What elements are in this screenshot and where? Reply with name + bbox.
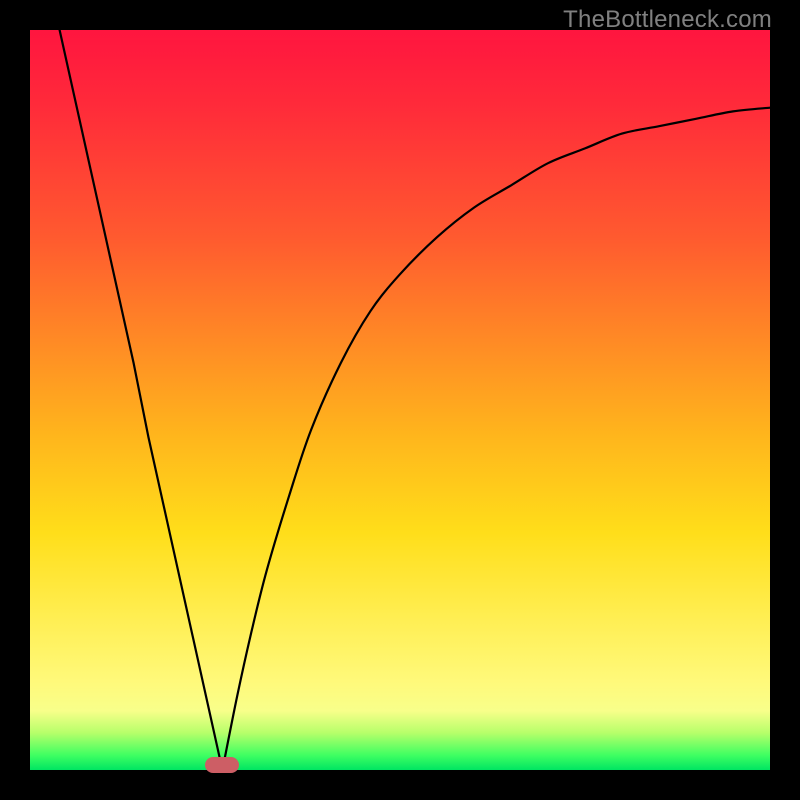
curve-right xyxy=(222,108,770,770)
plot-area xyxy=(30,30,770,770)
bottleneck-marker xyxy=(205,757,239,773)
curve-svg xyxy=(30,30,770,770)
chart-frame: TheBottleneck.com xyxy=(0,0,800,800)
curve-left xyxy=(60,30,223,770)
